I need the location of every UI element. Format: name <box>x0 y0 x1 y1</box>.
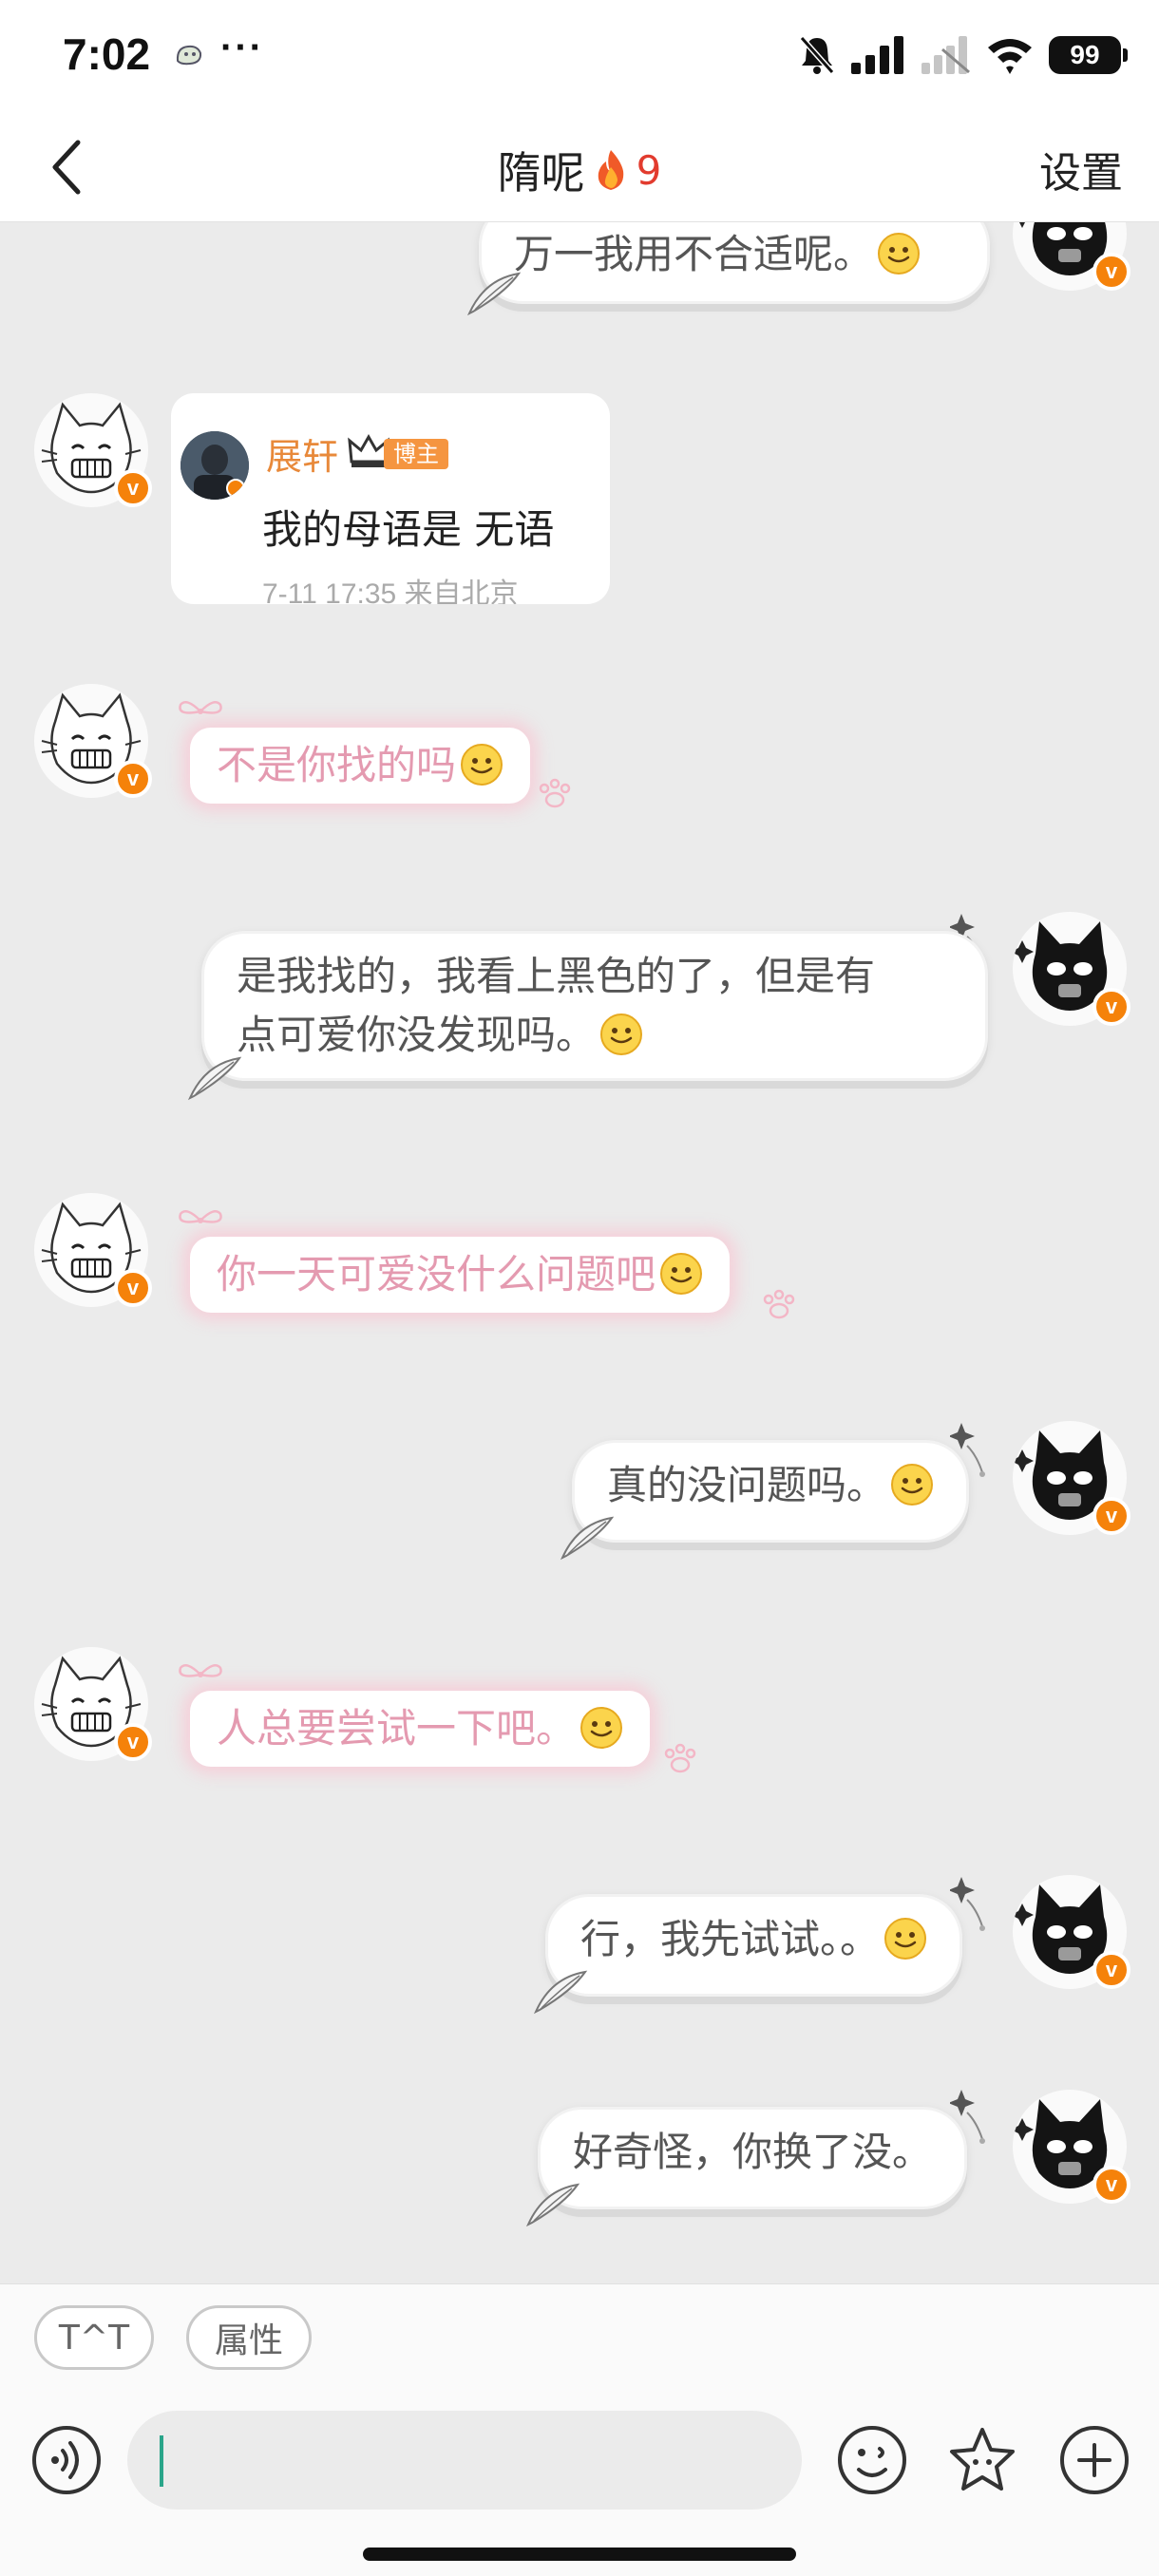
contact-avatar[interactable]: v <box>34 1193 152 1307</box>
quick-reply-chip[interactable]: T^T <box>34 2305 154 2370</box>
message-text-line-1: 是我找的，我看上黑色的了，但是有 <box>237 953 876 999</box>
quick-reply-bar: T^T 属性 <box>0 2283 1159 2378</box>
message-text: 行，我先试试。。 <box>580 1916 881 1962</box>
paw-decoration-icon <box>661 1740 699 1778</box>
contact-name: 隋呢 <box>497 147 585 199</box>
verified-badge: v <box>114 1269 152 1307</box>
message-text: 人总要尝试一下吧。 <box>217 1705 577 1752</box>
message-bubble-outgoing[interactable]: 万一我用不合适呢。 <box>479 222 990 304</box>
fire-icon <box>598 150 623 190</box>
message-bubble-outgoing[interactable]: 行，我先试试。。 <box>545 1894 963 1997</box>
message-bubble-incoming[interactable]: 不是你找的吗 <box>190 728 531 804</box>
smiley-emoji-icon <box>599 1013 643 1056</box>
paw-decoration-icon <box>760 1286 798 1324</box>
message-text: 你一天可爱没什么问题吧 <box>217 1251 656 1297</box>
verified-badge: v <box>1092 1951 1130 1989</box>
emoji-icon[interactable] <box>836 2424 908 2496</box>
blogger-tag: 博主 <box>384 439 448 469</box>
message-text: 真的没问题吗。 <box>607 1462 887 1508</box>
verified-badge: v <box>1092 988 1130 1026</box>
mute-bell-icon <box>799 36 835 74</box>
message-bubble-incoming[interactable]: 人总要尝试一下吧。 <box>190 1691 651 1767</box>
settings-button[interactable]: 设置 <box>1039 139 1123 199</box>
status-right-group: 99 <box>798 32 1128 78</box>
message-bubble-outgoing[interactable]: 好奇怪，你换了没。 <box>538 2107 968 2209</box>
post-author-name: 展轩 <box>266 436 339 478</box>
message-text: 不是你找的吗 <box>217 742 457 788</box>
chat-title: 隋呢 9 <box>0 139 1159 201</box>
contact-avatar[interactable]: v <box>34 684 152 798</box>
home-indicator[interactable] <box>363 2548 796 2561</box>
smiley-emoji-icon <box>884 1917 927 1960</box>
paw-decoration-icon <box>536 775 574 813</box>
smiley-emoji-icon <box>659 1252 703 1296</box>
message-bubble-outgoing[interactable]: 是我找的，我看上黑色的了，但是有 点可爱你没发现吗。 <box>201 931 988 1081</box>
smiley-emoji-icon <box>890 1463 934 1506</box>
plus-icon[interactable] <box>1058 2424 1130 2496</box>
my-avatar[interactable]: v <box>1013 222 1130 291</box>
smiley-emoji-icon <box>460 743 504 786</box>
smiley-emoji-icon <box>580 1706 623 1750</box>
message-input-bar <box>0 2378 1159 2576</box>
verified-badge: v <box>114 1723 152 1761</box>
voice-icon[interactable] <box>30 2424 103 2496</box>
bow-decoration-icon <box>177 697 224 726</box>
verified-badge: v <box>1092 253 1130 291</box>
post-text: 我的母语是 无语 <box>262 506 555 553</box>
feather-decoration-icon <box>466 270 522 317</box>
verified-badge: v <box>114 760 152 798</box>
verified-badge: v <box>114 469 152 507</box>
post-author-avatar <box>180 431 249 500</box>
cellular-signal-2-icon <box>922 36 970 74</box>
star-sticker-icon[interactable] <box>946 2424 1018 2496</box>
smiley-emoji-icon <box>877 232 921 275</box>
verified-badge: v <box>1092 1497 1130 1535</box>
message-bubble-outgoing[interactable]: 真的没问题吗。 <box>572 1440 970 1543</box>
my-avatar[interactable]: v <box>1013 912 1130 1026</box>
feather-decoration-icon <box>532 1968 589 2016</box>
contact-avatar[interactable]: v <box>34 1647 152 1761</box>
message-text: 万一我用不合适呢。 <box>514 231 874 277</box>
my-avatar[interactable]: v <box>1013 2090 1130 2204</box>
feather-decoration-icon <box>524 2181 581 2228</box>
my-avatar[interactable]: v <box>1013 1421 1130 1535</box>
bow-decoration-icon <box>177 1206 224 1235</box>
chat-header: 隋呢 9 设置 <box>0 112 1159 222</box>
my-avatar[interactable]: v <box>1013 1875 1130 1989</box>
streak-count: 9 <box>636 146 662 194</box>
feather-decoration-icon <box>186 1054 243 1102</box>
status-bar: 7:02 ··· 99 <box>0 0 1159 112</box>
shared-post-card[interactable]: 展轩 博主 我的母语是 无语 7-11 17:35 来自北京 <box>171 393 610 604</box>
post-meta: 7-11 17:35 来自北京 <box>262 578 519 604</box>
bow-decoration-icon <box>177 1660 224 1689</box>
verified-badge: v <box>1092 2166 1130 2204</box>
feather-decoration-icon <box>559 1514 616 1562</box>
status-time: 7:02 <box>63 29 151 79</box>
wifi-icon <box>988 39 1032 74</box>
contact-avatar[interactable]: v <box>34 393 152 507</box>
battery-indicator: 99 <box>1049 36 1128 74</box>
photo-icon <box>180 431 249 500</box>
cellular-signal-icon <box>851 36 903 74</box>
status-more-dots: ··· <box>220 27 264 68</box>
message-list[interactable]: 万一我用不合适呢。 v v 展轩 博主 我的母语是 无语 7-11 17:35 … <box>0 222 1159 2283</box>
message-text: 好奇怪，你换了没。 <box>573 2129 933 2175</box>
app-notification-icon <box>176 45 202 66</box>
message-text-line-2: 点可爱你没发现吗。 <box>237 1012 597 1058</box>
text-cursor <box>160 2435 163 2487</box>
message-input[interactable] <box>127 2411 802 2510</box>
quick-reply-chip[interactable]: 属性 <box>186 2305 312 2370</box>
message-bubble-incoming[interactable]: 你一天可爱没什么问题吧 <box>190 1237 731 1313</box>
